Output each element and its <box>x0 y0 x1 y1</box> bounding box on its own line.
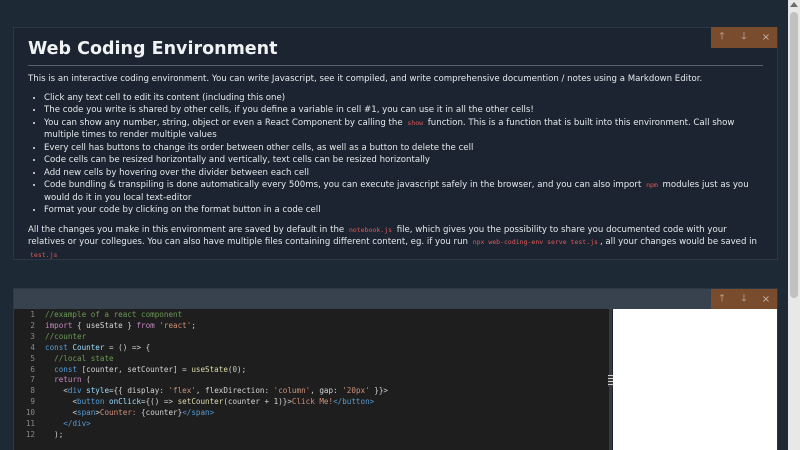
list-item: Code cells can be resized horizontally a… <box>44 154 763 167</box>
code-line: const Counter = () => { <box>45 342 151 352</box>
scroll-up-icon[interactable] <box>790 2 798 7</box>
code-line: </div> <box>63 419 91 429</box>
code-line: const [counter, setCounter] = useState(0… <box>54 364 247 374</box>
code-line: import { useState } from 'react'; <box>45 320 196 330</box>
code-line: //example of a react component <box>45 310 183 319</box>
code-cell-toolbar <box>14 289 777 309</box>
intro-paragraph: This is an interactive coding environmen… <box>28 74 703 84</box>
arrow-up-icon: 🡑 <box>719 293 725 304</box>
page-title: Web Coding Environment <box>28 38 763 66</box>
code-line: <span>Counter: {counter}</span> <box>72 408 215 418</box>
scrollbar-thumb[interactable] <box>790 12 798 298</box>
line-number: 4 <box>30 342 35 352</box>
move-down-button[interactable]: 🡓 <box>733 289 755 310</box>
line-number: 2 <box>30 320 35 330</box>
list-item: You can show any number, string, object … <box>44 117 763 142</box>
delete-cell-button[interactable]: × <box>755 289 777 310</box>
code-line: return ( <box>54 375 91 385</box>
code-line: //counter <box>45 331 87 341</box>
line-number: 12 <box>25 429 35 439</box>
list-item: Add new cells by hovering over the divid… <box>44 167 763 180</box>
move-up-button[interactable]: 🡑 <box>711 289 733 310</box>
line-number: 8 <box>30 386 35 396</box>
list-item: Code bundling & transpiling is done auto… <box>44 179 763 204</box>
inline-code: show <box>407 118 424 127</box>
inline-code: test.js <box>30 250 58 259</box>
line-number: 6 <box>30 364 35 374</box>
markdown-preview[interactable]: Web Coding Environment This is an intera… <box>28 38 763 261</box>
inline-code: npx web-coding-env serve test.js <box>472 238 598 246</box>
code-line: ); <box>54 429 64 439</box>
inline-code: npm <box>646 181 658 189</box>
markdown-text-cell[interactable]: 🡑 🡓 × Web Coding Environment This is an … <box>13 27 778 260</box>
inline-code: notebook.js <box>348 225 392 234</box>
close-icon: × <box>761 32 771 43</box>
feature-list: Click any text cell to edit its content … <box>28 92 763 217</box>
list-item: Every cell has buttons to change its ord… <box>44 142 763 155</box>
list-item: Click any text cell to edit its content … <box>44 92 763 105</box>
close-icon: × <box>761 294 771 305</box>
line-number-gutter: 1 2 3 4 5 6 7 8 9 10 11 12 <box>14 310 40 441</box>
code-line: //local state <box>54 353 114 363</box>
line-number: 9 <box>30 397 35 407</box>
code-cell: 🡑 🡓 × 1 2 3 4 5 6 7 8 9 10 11 12 //examp… <box>13 288 778 450</box>
code-line: <div style={{ display: 'flex', flexDirec… <box>63 386 388 396</box>
notebook-page: 🡑 🡓 × Web Coding Environment This is an … <box>0 0 788 450</box>
line-number: 1 <box>30 310 35 319</box>
code-line: <button onClick={() => setCounter(counte… <box>72 397 375 407</box>
line-number: 11 <box>25 419 35 429</box>
code-editor[interactable]: 1 2 3 4 5 6 7 8 9 10 11 12 //example of … <box>14 309 609 450</box>
line-number: 5 <box>30 353 35 363</box>
code-lines[interactable]: //example of a react component import { u… <box>45 310 388 441</box>
horizontal-resize-handle[interactable] <box>608 309 613 450</box>
list-item: Format your code by clicking on the form… <box>44 204 763 217</box>
page-scrollbar[interactable] <box>788 0 800 450</box>
line-number: 10 <box>25 408 35 418</box>
preview-frame[interactable] <box>613 309 777 450</box>
line-number: 7 <box>30 375 35 385</box>
line-number: 3 <box>30 331 35 341</box>
cell-action-bar: 🡑 🡓 × <box>711 289 777 310</box>
arrow-down-icon: 🡓 <box>741 293 747 304</box>
outro-paragraph: All the changes you make in this environ… <box>28 224 757 259</box>
list-item: The code you write is shared by other ce… <box>44 104 763 117</box>
